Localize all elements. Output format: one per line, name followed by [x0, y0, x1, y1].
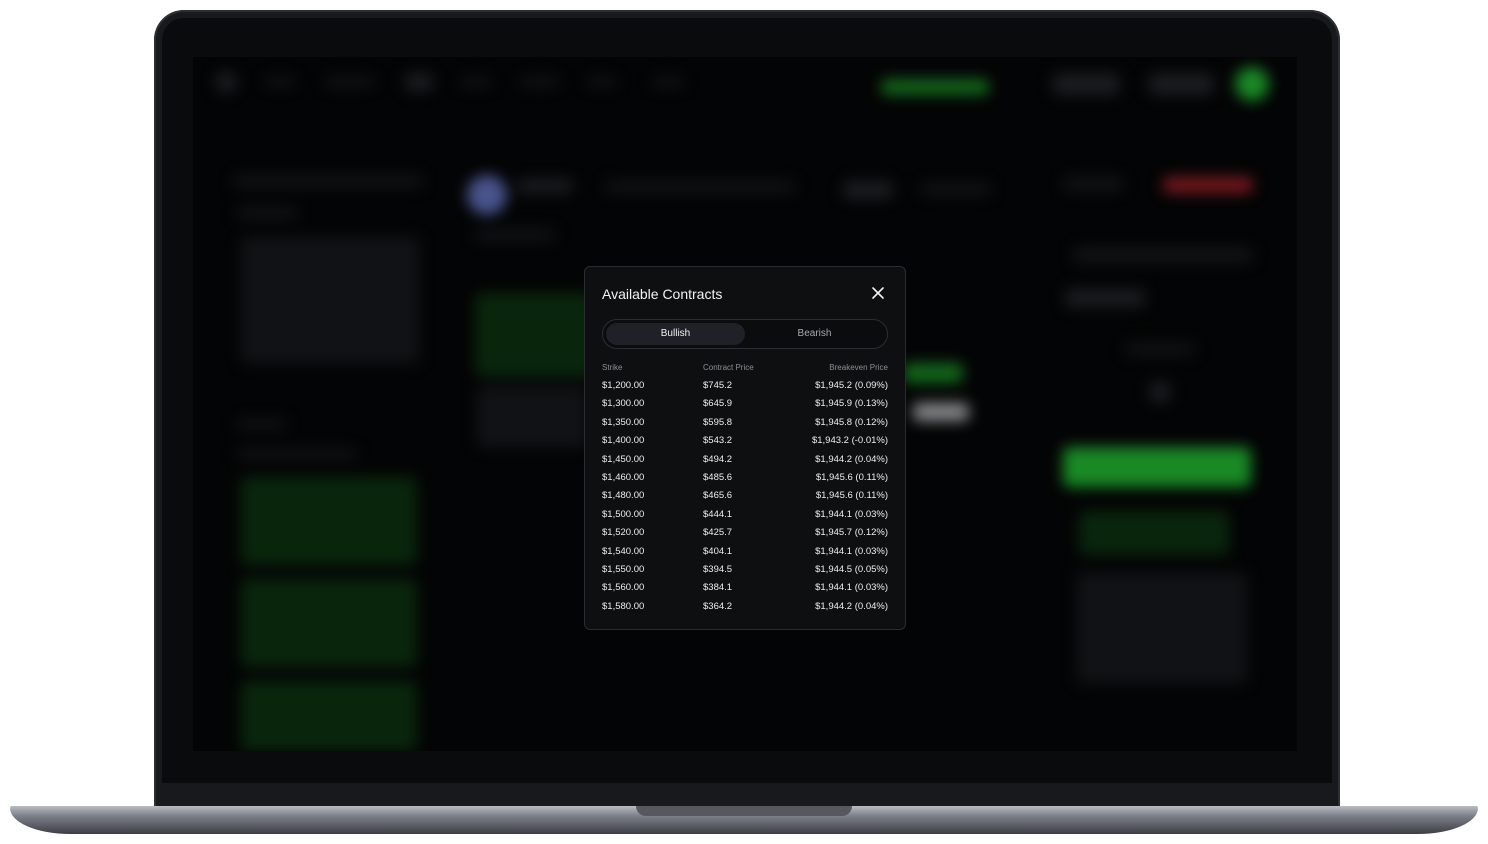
contract-price-cell: $494.2: [703, 453, 733, 465]
strike-cell: $1,460.00: [602, 471, 645, 483]
close-icon: [872, 287, 884, 299]
strike-cell: $1,580.00: [602, 600, 645, 612]
table-row[interactable]: $1,500.00 $444.1 $1,944.1 (0.03%): [602, 506, 888, 524]
column-header-strike: Strike: [602, 363, 623, 372]
breakeven-cell: $1,945.6 (0.11%): [815, 471, 888, 483]
contract-price-cell: $444.1: [703, 508, 733, 520]
breakeven-cell: $1,944.1 (0.03%): [815, 508, 888, 520]
contract-price-cell: $364.2: [703, 600, 733, 612]
strike-cell: $1,540.00: [602, 545, 645, 557]
breakeven-cell: $1,944.2 (0.04%): [815, 453, 888, 465]
strike-cell: $1,200.00: [602, 380, 645, 391]
column-header-breakeven-price: Breakeven Price: [829, 363, 888, 372]
direction-toggle: Bullish Bearish: [602, 319, 888, 349]
column-header-contract-price: Contract Price: [703, 363, 754, 372]
table-row[interactable]: $1,460.00 $485.6 $1,945.6 (0.11%): [602, 469, 888, 487]
table-row[interactable]: $1,520.00 $425.7 $1,945.7 (0.12%): [602, 524, 888, 542]
screen: Available Contracts Bullish Bearish Stri…: [193, 57, 1297, 751]
contract-price-cell: $384.1: [703, 582, 733, 594]
strike-cell: $1,480.00: [602, 490, 645, 502]
contracts-table-body: $1,200.00 $745.2 $1,945.2 (0.09%) $1,300.0…: [602, 377, 888, 616]
breakeven-cell: $1,945.9 (0.13%): [815, 398, 888, 410]
strike-cell: $1,300.00: [602, 398, 645, 410]
strike-cell: $1,400.00: [602, 435, 645, 447]
table-row[interactable]: $1,550.00 $394.5 $1,944.5 (0.05%): [602, 561, 888, 579]
strike-cell: $1,500.00: [602, 508, 645, 520]
table-row[interactable]: $1,200.00 $745.2 $1,945.2 (0.09%): [602, 377, 888, 395]
close-button[interactable]: [868, 283, 888, 303]
table-row[interactable]: $1,480.00 $465.6 $1,945.6 (0.11%): [602, 487, 888, 505]
contract-price-cell: $543.2: [703, 435, 733, 447]
breakeven-cell: $1,944.1 (0.03%): [815, 545, 888, 557]
contract-price-cell: $404.1: [703, 545, 733, 557]
contract-price-cell: $465.6: [703, 490, 733, 502]
tab-bullish[interactable]: Bullish: [606, 323, 745, 345]
breakeven-cell: $1,944.5 (0.05%): [815, 563, 888, 575]
strike-cell: $1,350.00: [602, 416, 645, 428]
breakeven-cell: $1,943.2 (-0.01%): [811, 435, 888, 447]
breakeven-cell: $1,945.8 (0.12%): [815, 416, 888, 428]
table-row[interactable]: $1,560.00 $384.1 $1,944.1 (0.03%): [602, 579, 888, 597]
contract-price-cell: $394.5: [703, 563, 733, 575]
strike-cell: $1,550.00: [602, 563, 645, 575]
available-contracts-modal: Available Contracts Bullish Bearish Stri…: [584, 266, 906, 630]
contract-price-cell: $425.7: [703, 527, 733, 539]
modal-title: Available Contracts: [602, 286, 723, 302]
contract-price-cell: $485.6: [703, 471, 733, 483]
contract-price-cell: $595.8: [703, 416, 733, 428]
strike-cell: $1,560.00: [602, 582, 645, 594]
laptop-hinge-notch: [636, 806, 852, 816]
table-row[interactable]: $1,300.00 $645.9 $1,945.9 (0.13%): [602, 395, 888, 413]
breakeven-cell: $1,945.7 (0.12%): [815, 527, 888, 539]
table-row[interactable]: $1,350.00 $595.8 $1,945.8 (0.12%): [602, 414, 888, 432]
table-row[interactable]: $1,450.00 $494.2 $1,944.2 (0.04%): [602, 451, 888, 469]
breakeven-cell: $1,944.1 (0.03%): [815, 582, 888, 594]
table-row[interactable]: $1,400.00 $543.2 $1,943.2 (-0.01%): [602, 432, 888, 450]
contract-price-cell: $745.2: [703, 380, 733, 391]
table-row[interactable]: $1,580.00 $364.2 $1,944.2 (0.04%): [602, 598, 888, 616]
breakeven-cell: $1,945.6 (0.11%): [815, 490, 888, 502]
strike-cell: $1,520.00: [602, 527, 645, 539]
table-row[interactable]: $1,540.00 $404.1 $1,944.1 (0.03%): [602, 543, 888, 561]
breakeven-cell: $1,944.2 (0.04%): [815, 600, 888, 612]
strike-cell: $1,450.00: [602, 453, 645, 465]
table-header: Strike Contract Price Breakeven Price: [602, 363, 888, 375]
tab-bearish[interactable]: Bearish: [745, 323, 884, 345]
breakeven-cell: $1,945.2 (0.09%): [815, 380, 888, 391]
contract-price-cell: $645.9: [703, 398, 733, 410]
